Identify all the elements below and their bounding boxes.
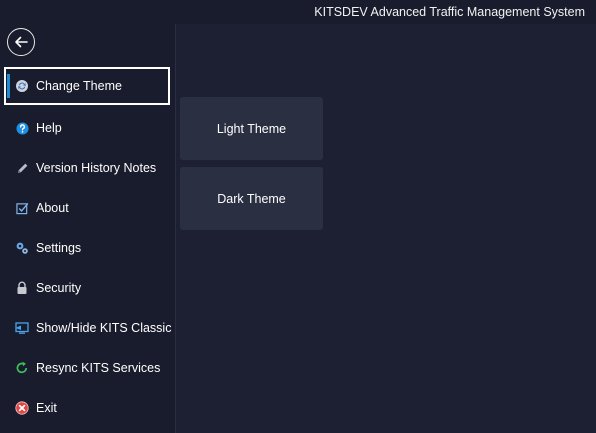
monitor-icon — [15, 321, 29, 335]
close-circle-icon — [15, 401, 29, 415]
sidebar-item-label: Exit — [36, 401, 57, 415]
question-icon — [15, 121, 29, 135]
light-theme-button[interactable]: Light Theme — [180, 97, 323, 160]
sidebar-item-resync-kits-services[interactable]: Resync KITS Services — [4, 349, 170, 387]
checkbox-icon — [15, 201, 29, 215]
sidebar-item-label: Help — [36, 121, 62, 135]
theme-panel: Light Theme Dark Theme — [175, 24, 596, 433]
sidebar-item-version-history[interactable]: Version History Notes — [4, 149, 170, 187]
gears-icon — [15, 241, 29, 255]
sidebar-item-label: Resync KITS Services — [36, 361, 161, 375]
sidebar-item-about[interactable]: About — [4, 189, 170, 227]
sidebar-item-label: Security — [36, 281, 82, 295]
app-title: KITSDEV Advanced Traffic Management Syst… — [314, 5, 585, 19]
sidebar-item-label: Change Theme — [36, 79, 122, 93]
lock-icon — [15, 281, 29, 295]
pencil-icon — [15, 161, 29, 175]
sidebar-item-settings[interactable]: Settings — [4, 229, 170, 267]
back-button[interactable] — [7, 28, 35, 56]
refresh-icon — [15, 79, 29, 93]
title-bar: KITSDEV Advanced Traffic Management Syst… — [0, 0, 596, 24]
arrow-left-icon — [15, 36, 28, 48]
sidebar-item-label: Show/Hide KITS Classic — [36, 321, 172, 335]
sidebar: Change Theme Help Version History Notes … — [0, 24, 175, 433]
dark-theme-button[interactable]: Dark Theme — [180, 167, 323, 230]
sidebar-item-show-hide-kits-classic[interactable]: Show/Hide KITS Classic — [4, 309, 172, 347]
sidebar-item-help[interactable]: Help — [4, 109, 170, 147]
sidebar-item-label: About — [36, 201, 69, 215]
sidebar-item-label: Settings — [36, 241, 82, 255]
sidebar-item-label: Version History Notes — [36, 161, 157, 175]
sidebar-item-change-theme[interactable]: Change Theme — [4, 67, 170, 105]
sync-icon — [15, 361, 29, 375]
sidebar-item-security[interactable]: Security — [4, 269, 170, 307]
app-window: KITSDEV Advanced Traffic Management Syst… — [0, 0, 596, 433]
sidebar-item-exit[interactable]: Exit — [4, 389, 170, 427]
